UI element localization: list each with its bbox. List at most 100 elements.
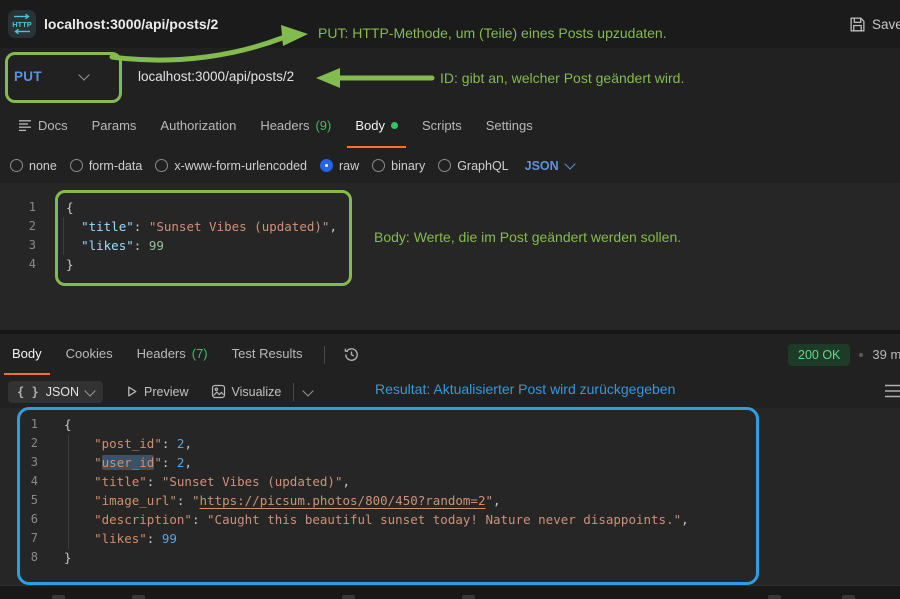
preview-button[interactable]: Preview	[125, 385, 188, 399]
format-label: JSON	[46, 385, 79, 399]
code-content: "description": "Caught this beautiful su…	[64, 510, 689, 529]
chevron-down-icon[interactable]	[303, 385, 314, 396]
code-content: }	[66, 255, 74, 274]
code-content: "title": "Sunset Vibes (updated)",	[66, 217, 337, 236]
code-line: 4}	[0, 255, 900, 274]
indent-guide	[63, 217, 64, 255]
code-line: 7 "likes": 99	[0, 529, 900, 548]
code-line: 5 "image_url": "https://picsum.photos/80…	[0, 491, 900, 510]
language-selector[interactable]: JSON	[525, 159, 574, 173]
chevron-down-icon	[84, 385, 95, 396]
tab-label: Body	[355, 118, 385, 133]
tab-count-badge: (9)	[315, 118, 331, 133]
request-tab-authorization[interactable]: Authorization	[152, 105, 244, 148]
line-number: 3	[0, 236, 42, 255]
request-tab-body[interactable]: Body	[347, 105, 406, 148]
http-request-icon: HTTP	[8, 10, 36, 38]
code-line: 2 "post_id": 2,	[0, 434, 900, 453]
radio-label: GraphQL	[457, 159, 508, 173]
line-number: 7	[0, 529, 44, 548]
svg-text:HTTP: HTTP	[12, 20, 32, 29]
body-type-radio-x-www-form-urlencoded[interactable]: x-www-form-urlencoded	[155, 159, 307, 173]
code-content: "title": "Sunset Vibes (updated)",	[64, 472, 350, 491]
tab-label: Params	[92, 118, 137, 133]
save-icon	[849, 16, 866, 33]
radio-icon	[155, 159, 168, 172]
code-line: 4 "title": "Sunset Vibes (updated)",	[0, 472, 900, 491]
request-tab-docs[interactable]: Docs	[10, 105, 76, 148]
radio-label: form-data	[89, 159, 143, 173]
request-body-editor[interactable]: 1{2 "title": "Sunset Vibes (updated)",3 …	[0, 183, 900, 330]
line-number: 4	[0, 472, 44, 491]
status-badge: 200 OK	[788, 344, 850, 366]
response-tab-test-results[interactable]: Test Results	[224, 334, 311, 375]
code-content: "image_url": "https://picsum.photos/800/…	[64, 491, 501, 510]
body-type-radio-none[interactable]: none	[10, 159, 57, 173]
tab-label: Body	[12, 346, 42, 361]
line-number: 6	[0, 510, 44, 529]
radio-icon	[438, 159, 451, 172]
save-button[interactable]: Save	[849, 0, 900, 48]
code-content: {	[66, 198, 74, 217]
wrap-lines-icon[interactable]	[884, 383, 900, 404]
tab-label: Authorization	[160, 118, 236, 133]
code-content: "likes": 99	[64, 529, 177, 548]
url-input[interactable]: localhost:3000/api/posts/2	[138, 48, 294, 105]
request-tab-scripts[interactable]: Scripts	[414, 105, 470, 148]
line-number: 4	[0, 255, 42, 274]
body-type-radio-graphql[interactable]: GraphQL	[438, 159, 508, 173]
chevron-down-icon	[78, 69, 89, 80]
response-time: 39 ms	[872, 347, 900, 362]
line-number: 8	[0, 548, 44, 567]
code-line: 3 "likes": 99	[0, 236, 900, 255]
response-body-viewer[interactable]: 1{2 "post_id": 2,3 "user_id": 2,4 "title…	[0, 408, 900, 585]
code-line: 3 "user_id": 2,	[0, 453, 900, 472]
response-toolbar: { } JSON Preview Visualize	[0, 375, 900, 408]
body-type-radio-raw[interactable]: raw	[320, 159, 359, 173]
tab-label: Settings	[486, 118, 533, 133]
image-icon	[211, 384, 226, 399]
response-tabs-bar: Body CookiesHeaders(7) Test Results 200 OK…	[0, 334, 900, 375]
tab-label: Scripts	[422, 118, 462, 133]
body-type-radio-form-data[interactable]: form-data	[70, 159, 143, 173]
radio-label: binary	[391, 159, 425, 173]
code-line: 1{	[0, 415, 900, 434]
line-number: 2	[0, 434, 44, 453]
response-tab-body[interactable]: Body	[4, 334, 50, 375]
method-label: PUT	[14, 69, 42, 84]
code-content: "user_id": 2,	[64, 453, 192, 472]
tab-label: Test Results	[232, 346, 303, 361]
request-tab-settings[interactable]: Settings	[478, 105, 541, 148]
response-format-button[interactable]: { } JSON	[8, 381, 103, 403]
method-dropdown[interactable]: PUT	[14, 48, 88, 105]
tab-label: Headers	[260, 118, 309, 133]
radio-icon	[70, 159, 83, 172]
dot-separator-icon	[859, 353, 863, 357]
radio-icon	[372, 159, 385, 172]
line-number: 3	[0, 453, 44, 472]
response-tab-headers[interactable]: Headers(7)	[129, 334, 216, 375]
save-label: Save	[872, 17, 900, 32]
response-tab-cookies[interactable]: Cookies	[58, 334, 121, 375]
request-title: localhost:3000/api/posts/2	[44, 0, 218, 48]
radio-label: none	[29, 159, 57, 173]
line-number: 1	[0, 415, 44, 434]
visualize-button[interactable]: Visualize	[211, 384, 282, 399]
line-number: 2	[0, 217, 42, 236]
radio-selected-icon	[320, 159, 333, 172]
radio-label: raw	[339, 159, 359, 173]
chevron-down-icon	[564, 158, 575, 169]
play-icon	[125, 385, 138, 398]
code-line: 1{	[0, 198, 900, 217]
divider	[324, 346, 325, 364]
request-tab-headers[interactable]: Headers (9)	[252, 105, 339, 148]
code-content: }	[64, 548, 72, 567]
request-tab-params[interactable]: Params	[84, 105, 145, 148]
url-row: PUT localhost:3000/api/posts/2	[0, 48, 900, 106]
history-button[interactable]	[339, 346, 364, 363]
request-tabs-bar: Docs Params Authorization Headers (9) Body Scr…	[0, 105, 900, 149]
code-content: {	[64, 415, 72, 434]
radio-icon	[10, 159, 23, 172]
divider	[293, 383, 294, 401]
body-type-radio-binary[interactable]: binary	[372, 159, 425, 173]
